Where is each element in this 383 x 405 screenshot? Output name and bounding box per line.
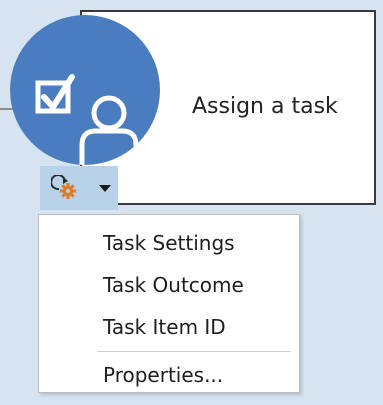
context-menu: Task Settings Task Outcome Task Item ID … [38, 214, 300, 393]
menu-item-task-item-id[interactable]: Task Item ID [103, 315, 226, 339]
menu-item-task-outcome[interactable]: Task Outcome [103, 273, 244, 297]
menu-item-task-settings[interactable]: Task Settings [103, 231, 235, 255]
designer-canvas: Assign a task Task Settings Task Outcome… [0, 0, 383, 405]
menu-separator [97, 351, 291, 352]
task-label: Assign a task [192, 94, 338, 119]
menu-item-properties[interactable]: Properties... [103, 363, 223, 387]
chevron-down-icon [99, 185, 111, 192]
actions-dropdown-button[interactable] [40, 166, 118, 210]
gear-refresh-icon [50, 174, 79, 201]
task-assign-icon[interactable] [10, 15, 160, 165]
